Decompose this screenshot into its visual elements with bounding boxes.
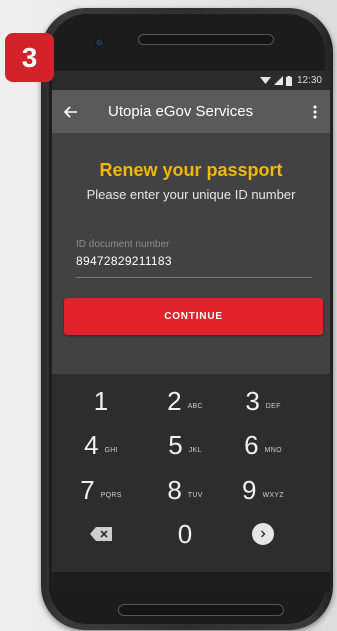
key-8[interactable]: 8 TUV bbox=[150, 472, 220, 508]
key-4[interactable]: 4 GHI bbox=[66, 427, 136, 463]
key-6[interactable]: 6 MNO bbox=[228, 427, 298, 463]
app-bar: Utopia eGov Services bbox=[52, 90, 330, 133]
chevron-right-icon bbox=[252, 523, 274, 545]
page-title: Renew your passport bbox=[99, 160, 283, 180]
key-digit: 9 bbox=[242, 474, 257, 505]
key-5[interactable]: 5 JKL bbox=[150, 427, 220, 463]
key-0[interactable]: 0 bbox=[150, 516, 220, 552]
continue-button[interactable]: CONTINUE bbox=[64, 298, 323, 335]
app-title: Utopia eGov Services bbox=[108, 103, 254, 120]
key-letters: TUV bbox=[187, 491, 203, 499]
numeric-keypad: 1 2 ABC 3 DEF 4 GHI 5 JKL 6 MNO 7 PQRS 8… bbox=[52, 374, 330, 572]
backspace-key[interactable] bbox=[66, 516, 136, 552]
go-key[interactable] bbox=[228, 516, 298, 552]
key-letters: DEF bbox=[265, 402, 281, 410]
phone-screen: 12:30 Utopia eGov Services Renew your pa… bbox=[52, 71, 330, 572]
key-7[interactable]: 7 PQRS bbox=[66, 472, 136, 508]
key-letters: ABC bbox=[187, 402, 203, 410]
key-letters: JKL bbox=[188, 446, 202, 454]
key-digit: 4 bbox=[84, 429, 99, 460]
id-field-label: ID document number bbox=[76, 239, 170, 250]
wifi-icon bbox=[259, 77, 271, 84]
step-badge: 3 bbox=[5, 33, 54, 82]
back-arrow-icon[interactable] bbox=[52, 90, 90, 133]
key-digit: 7 bbox=[80, 474, 95, 505]
earpiece-speaker bbox=[138, 34, 274, 45]
key-letters: PQRS bbox=[100, 491, 122, 499]
form-area: Renew your passport Please enter your un… bbox=[52, 133, 330, 374]
key-3[interactable]: 3 DEF bbox=[228, 383, 298, 419]
key-digit: 6 bbox=[244, 429, 259, 460]
backspace-icon bbox=[90, 527, 112, 541]
overflow-menu-icon[interactable] bbox=[304, 90, 326, 133]
page-subtitle: Please enter your unique ID number bbox=[86, 187, 296, 202]
key-9[interactable]: 9 WXYZ bbox=[228, 472, 298, 508]
key-digit: 3 bbox=[245, 385, 260, 416]
front-camera-icon bbox=[96, 39, 103, 46]
key-2[interactable]: 2 ABC bbox=[150, 383, 220, 419]
signal-icon bbox=[273, 76, 283, 85]
key-letters: GHI bbox=[104, 446, 118, 454]
id-number-input[interactable]: 89472829211183 bbox=[76, 254, 172, 268]
key-digit: 8 bbox=[167, 474, 182, 505]
input-underline bbox=[76, 277, 312, 278]
key-1[interactable]: 1 bbox=[66, 383, 136, 419]
bottom-speaker bbox=[118, 604, 284, 616]
key-digit: 2 bbox=[167, 385, 182, 416]
key-digit: 0 bbox=[177, 518, 193, 549]
battery-icon bbox=[285, 75, 292, 86]
key-letters: MNO bbox=[264, 446, 282, 454]
status-bar: 12:30 bbox=[52, 71, 330, 90]
key-letters: WXYZ bbox=[262, 491, 284, 499]
key-digit: 1 bbox=[93, 385, 109, 416]
screen-bottom-edge bbox=[52, 572, 330, 592]
status-time: 12:30 bbox=[296, 75, 322, 86]
key-digit: 5 bbox=[168, 429, 183, 460]
